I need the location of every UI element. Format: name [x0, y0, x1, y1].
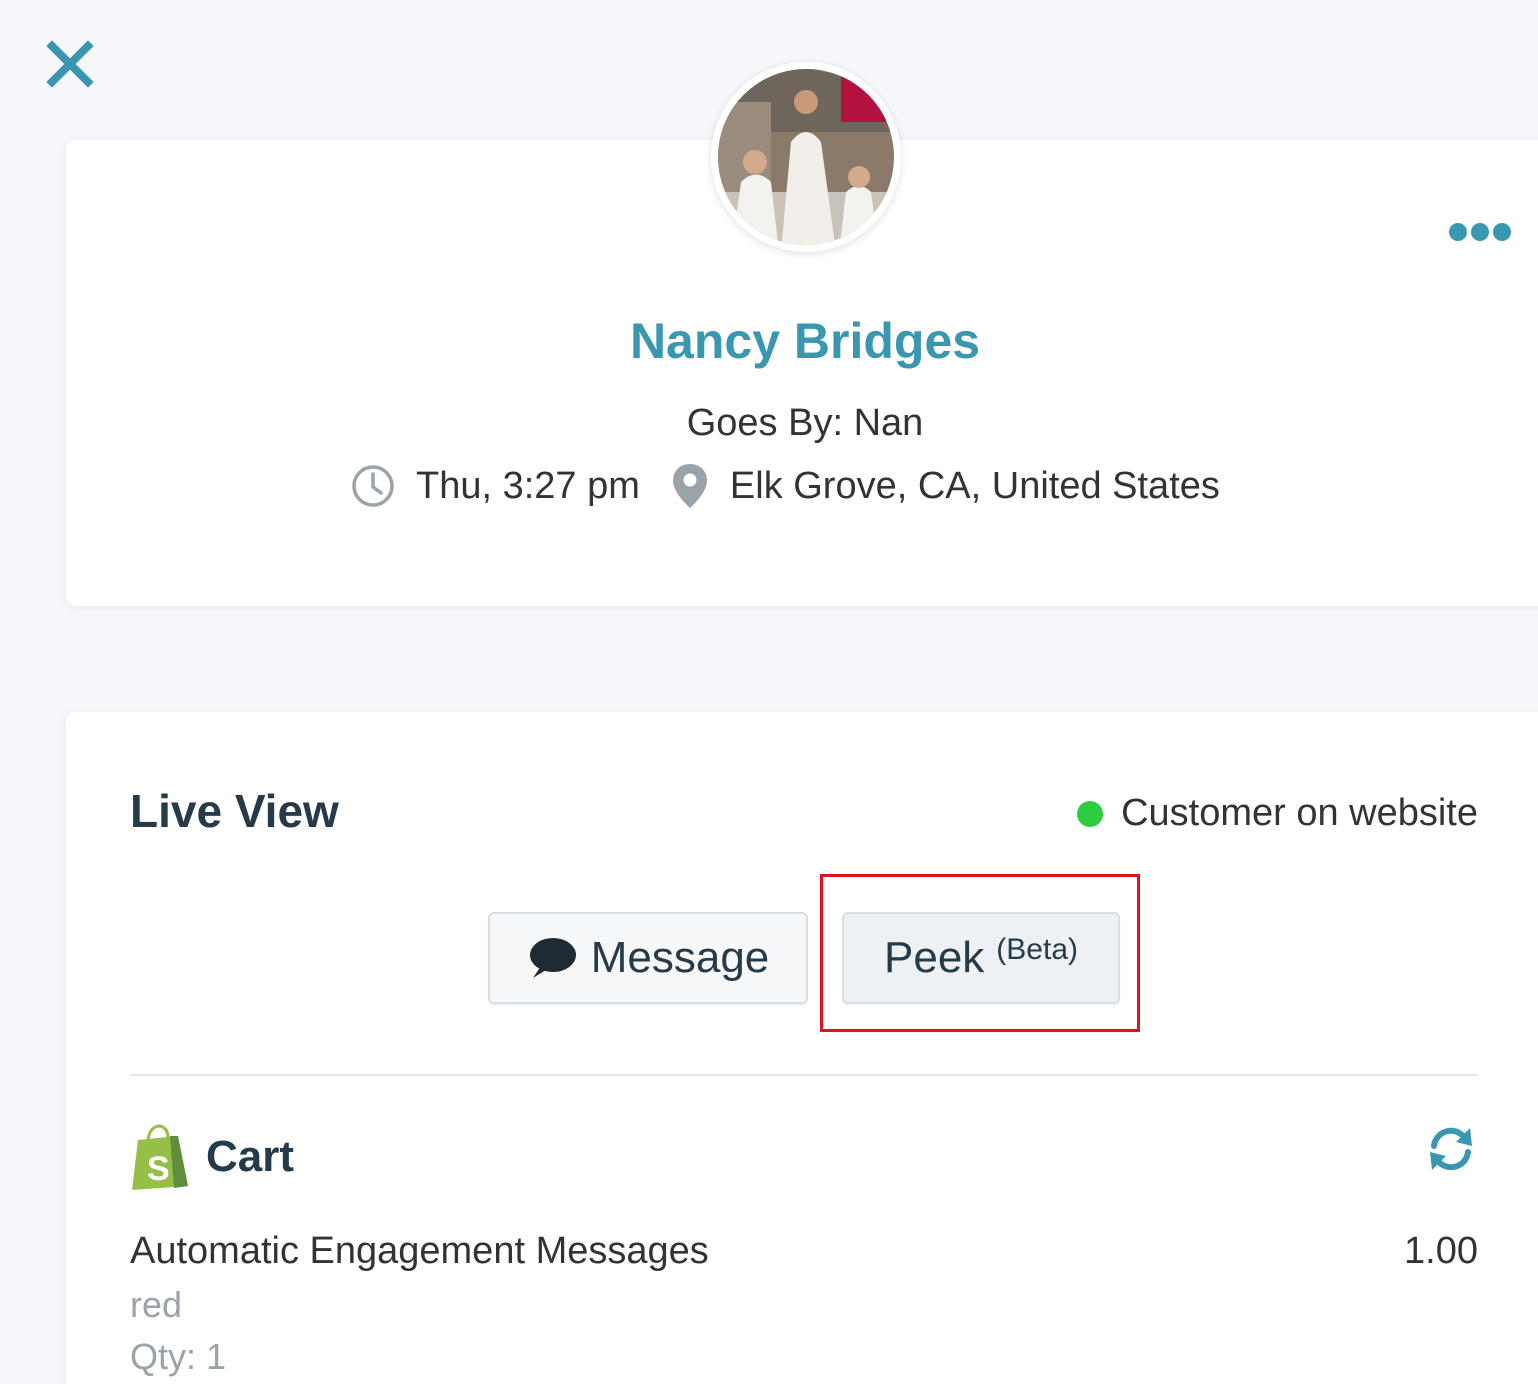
cart-item-name: Automatic Engagement Messages — [130, 1230, 709, 1272]
online-status-text: Customer on website — [1121, 792, 1478, 834]
clock-icon — [350, 463, 396, 509]
shopify-bag-icon: S — [130, 1124, 190, 1190]
section-divider — [130, 1074, 1478, 1076]
goes-by-label: Goes By: Nan — [686, 402, 924, 444]
cart-header: S Cart — [130, 1124, 294, 1190]
close-icon[interactable] — [44, 38, 96, 90]
customer-name: Nancy Bridges — [629, 313, 981, 369]
location-text: Elk Grove, CA, United States — [729, 464, 1220, 507]
highlight-box — [820, 874, 1140, 1032]
cart-item-qty: Qty: 1 — [130, 1336, 227, 1377]
location-pin-icon — [670, 462, 710, 510]
customer-meta-row: Thu, 3:27 pm Elk Grove, CA, United State… — [350, 458, 1220, 514]
cart-item-variant: red — [130, 1284, 183, 1325]
customer-avatar — [711, 62, 901, 252]
customer-profile-page: Nancy Bridges Goes By: Nan Thu, 3:27 pm … — [0, 0, 1538, 1384]
message-button[interactable]: Message — [488, 912, 808, 1004]
more-options-icon[interactable] — [1448, 218, 1512, 246]
online-status: Customer on website — [1077, 792, 1478, 835]
online-status-dot — [1077, 800, 1104, 827]
cart-item-price: 1.00 — [1404, 1230, 1478, 1272]
live-view-card: Live View Customer on website Message Pe… — [66, 712, 1538, 1384]
local-time: Thu, 3:27 pm — [416, 464, 640, 507]
live-view-title: Live View — [130, 785, 339, 837]
refresh-icon[interactable] — [1424, 1122, 1478, 1176]
cart-title: Cart — [206, 1132, 295, 1181]
chat-bubble-icon — [527, 936, 577, 980]
message-button-label: Message — [590, 933, 770, 982]
svg-text:S: S — [147, 1150, 170, 1188]
